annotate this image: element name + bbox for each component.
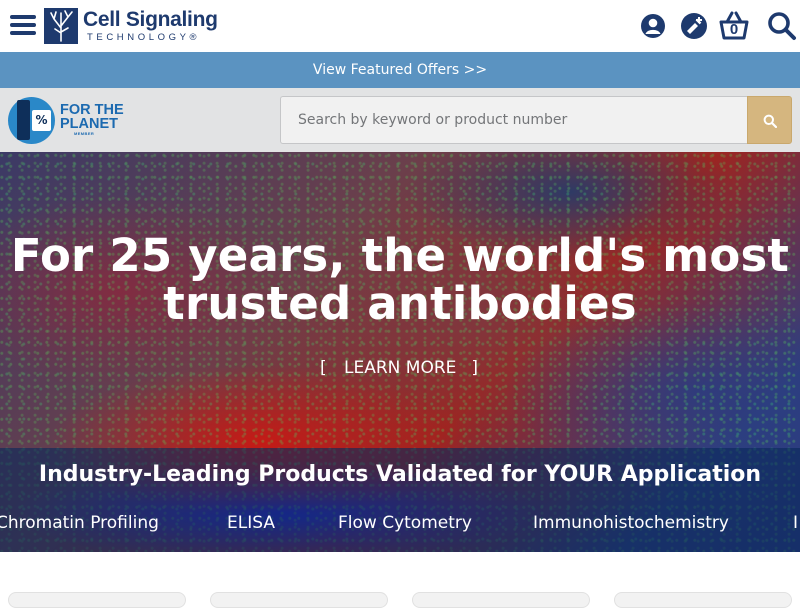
- search-submit-button[interactable]: [747, 96, 792, 144]
- featured-offers-link[interactable]: View Featured Offers >>: [0, 52, 800, 88]
- learn-more-link[interactable]: [ LEARN MORE ]: [320, 356, 482, 380]
- one-percent-for-the-planet-logo[interactable]: % FOR THE PLANET MEMBER: [8, 96, 124, 144]
- category-card[interactable]: [412, 592, 590, 608]
- category-card[interactable]: [210, 592, 388, 608]
- cta-close-bracket: ]: [471, 358, 478, 378]
- hero-title: For 25 years, the world's most trusted a…: [10, 229, 790, 330]
- applications-band: Industry-Leading Products Validated for …: [0, 448, 800, 552]
- search-bar-row: % FOR THE PLANET MEMBER: [0, 88, 800, 152]
- application-link[interactable]: Flow Cytometry: [338, 512, 472, 534]
- application-link[interactable]: Chromatin Profiling: [0, 512, 159, 534]
- application-link[interactable]: I: [793, 512, 798, 534]
- cta-label: LEARN MORE: [344, 358, 457, 378]
- tree-logo-icon: [44, 8, 78, 44]
- cart-count: 0: [729, 21, 739, 38]
- applications-title: Industry-Leading Products Validated for …: [38, 462, 762, 487]
- protocol-icon[interactable]: [678, 10, 710, 42]
- search-icon[interactable]: [766, 10, 798, 42]
- logo-tagline: TECHNOLOGY®: [87, 32, 201, 44]
- hero-banner: For 25 years, the world's most trusted a…: [0, 152, 800, 552]
- magnifier-icon: [763, 114, 777, 128]
- cta-open-bracket: [: [320, 358, 327, 378]
- cst-logo[interactable]: Cell Signaling TECHNOLOGY®: [44, 7, 218, 45]
- featured-offers-label: View Featured Offers >>: [312, 62, 488, 78]
- top-header: Cell Signaling TECHNOLOGY® 0: [0, 0, 800, 52]
- search-input[interactable]: [280, 96, 748, 144]
- category-card[interactable]: [8, 592, 186, 608]
- application-link[interactable]: ELISA: [227, 512, 275, 534]
- cart-icon[interactable]: 0: [718, 10, 750, 42]
- category-card[interactable]: [614, 592, 792, 608]
- hamburger-menu-icon[interactable]: [10, 13, 36, 37]
- account-icon[interactable]: [637, 10, 669, 42]
- application-link[interactable]: Immunohistochemistry: [533, 512, 729, 534]
- logo-name: Cell Signaling: [83, 8, 218, 32]
